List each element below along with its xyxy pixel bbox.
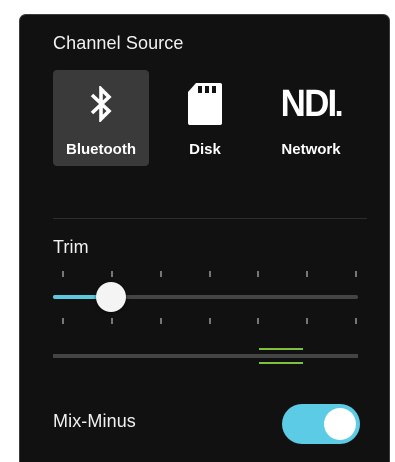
ndi-logo: NDI xyxy=(263,80,359,128)
channel-source-title: Channel Source xyxy=(53,33,184,53)
source-option-label: Bluetooth xyxy=(66,141,136,158)
tick-mark xyxy=(306,271,309,277)
source-option-bluetooth[interactable]: Bluetooth xyxy=(53,70,149,166)
tick-mark xyxy=(159,318,162,324)
tick-mark xyxy=(62,271,64,277)
tick-mark xyxy=(355,318,357,324)
source-option-label: Disk xyxy=(189,141,221,158)
tick-mark xyxy=(257,318,260,324)
tick-mark xyxy=(62,318,64,324)
mix-minus-toggle[interactable] xyxy=(282,404,360,444)
tick-mark xyxy=(159,271,162,277)
tick-mark xyxy=(257,271,260,277)
tick-mark xyxy=(306,318,309,324)
source-option-network[interactable]: NDI Network xyxy=(263,70,359,166)
tick-mark xyxy=(110,271,113,277)
trim-ticks-top xyxy=(62,271,357,277)
section-divider xyxy=(53,218,367,219)
trim-slider-thumb[interactable] xyxy=(96,282,126,312)
tick-mark xyxy=(208,271,211,277)
meter-marker-upper xyxy=(259,348,303,350)
bluetooth-icon xyxy=(53,80,149,128)
sd-card-icon xyxy=(157,80,253,128)
channel-settings-panel: Channel Source Bluetooth Disk NDI Networ… xyxy=(19,14,390,462)
level-meter xyxy=(53,348,358,364)
tick-mark xyxy=(355,271,357,277)
source-option-label: Network xyxy=(281,141,341,158)
source-option-disk[interactable]: Disk xyxy=(157,70,253,166)
meter-marker-lower xyxy=(259,362,303,364)
toggle-knob xyxy=(324,408,356,440)
trim-title: Trim xyxy=(53,237,89,257)
trim-ticks-bottom xyxy=(62,318,357,324)
tick-mark xyxy=(110,318,113,324)
trim-slider[interactable] xyxy=(53,282,358,312)
mix-minus-label: Mix-Minus xyxy=(53,411,136,431)
tick-mark xyxy=(208,318,211,324)
